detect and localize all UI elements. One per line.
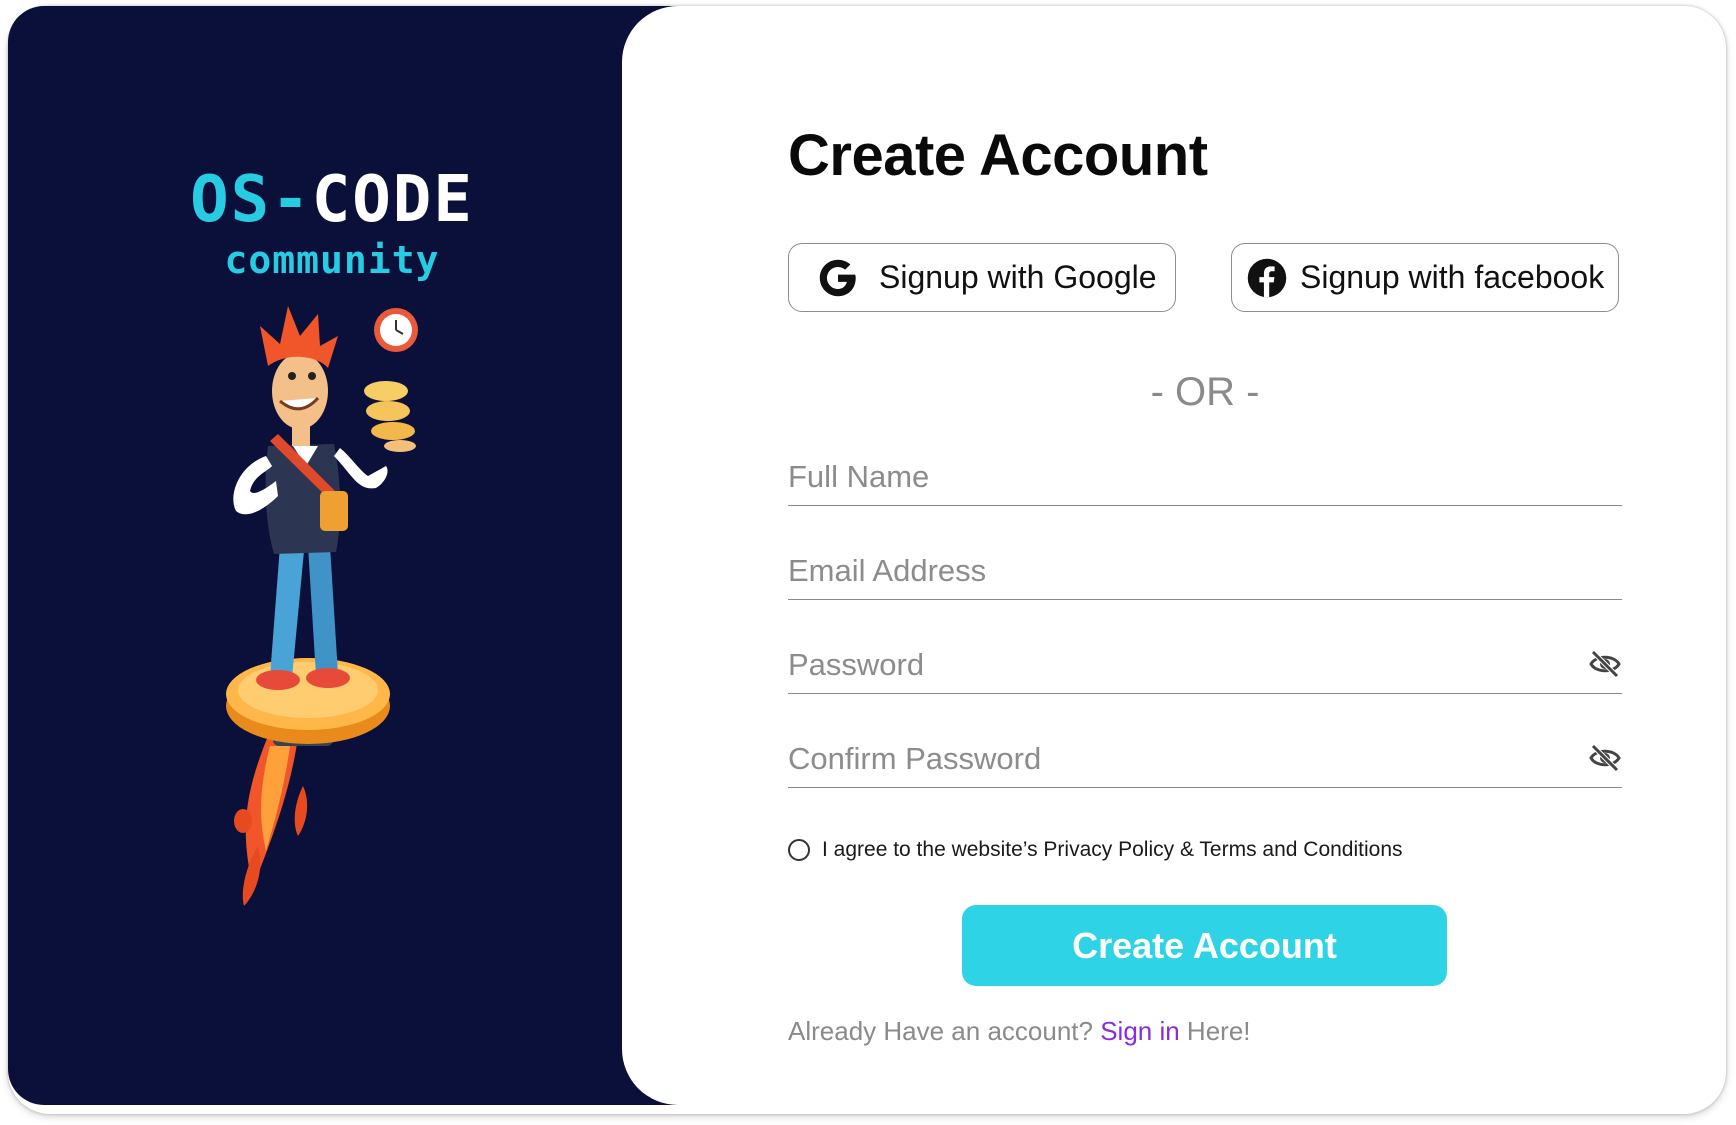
confirm-password-input[interactable] bbox=[788, 736, 1548, 782]
full-name-field bbox=[788, 448, 1622, 506]
terms-label: I agree to the website’s Privacy Policy … bbox=[822, 838, 1403, 861]
password-field bbox=[788, 636, 1622, 694]
email-input[interactable] bbox=[788, 548, 1548, 594]
rocket-character-illustration bbox=[226, 306, 418, 906]
create-account-button[interactable]: Create Account bbox=[962, 905, 1447, 986]
email-field bbox=[788, 542, 1622, 600]
terms-checkbox[interactable] bbox=[788, 839, 810, 861]
signup-facebook-button[interactable]: Signup with facebook bbox=[1231, 243, 1619, 312]
confirm-password-field bbox=[788, 730, 1622, 788]
signin-prompt: Already Have an account? Sign in Here! bbox=[788, 1016, 1251, 1047]
eye-off-icon[interactable] bbox=[1588, 742, 1622, 774]
facebook-button-label: Signup with facebook bbox=[1300, 259, 1605, 295]
or-divider: - OR - bbox=[1150, 370, 1260, 414]
brand-panel: OS-CODE community bbox=[8, 6, 688, 1105]
logo-os-text: OS- bbox=[190, 163, 312, 237]
brand-logo: OS-CODE bbox=[142, 168, 522, 232]
logo-code-text: CODE bbox=[311, 163, 474, 237]
terms-agreement: I agree to the website’s Privacy Policy … bbox=[788, 838, 1403, 862]
google-icon bbox=[819, 259, 856, 296]
password-input[interactable] bbox=[788, 642, 1548, 688]
full-name-input[interactable] bbox=[788, 454, 1548, 500]
logo-community-text: community bbox=[224, 238, 440, 282]
signup-google-button[interactable]: Signup with Google bbox=[788, 243, 1176, 312]
facebook-icon bbox=[1247, 258, 1287, 297]
signin-prefix-text: Already Have an account? bbox=[788, 1016, 1101, 1046]
signin-suffix-text: Here! bbox=[1179, 1016, 1251, 1046]
google-button-label: Signup with Google bbox=[879, 259, 1157, 295]
page-title: Create Account bbox=[788, 123, 1208, 188]
signin-link[interactable]: Sign in bbox=[1100, 1016, 1180, 1046]
eye-off-icon[interactable] bbox=[1588, 648, 1622, 680]
